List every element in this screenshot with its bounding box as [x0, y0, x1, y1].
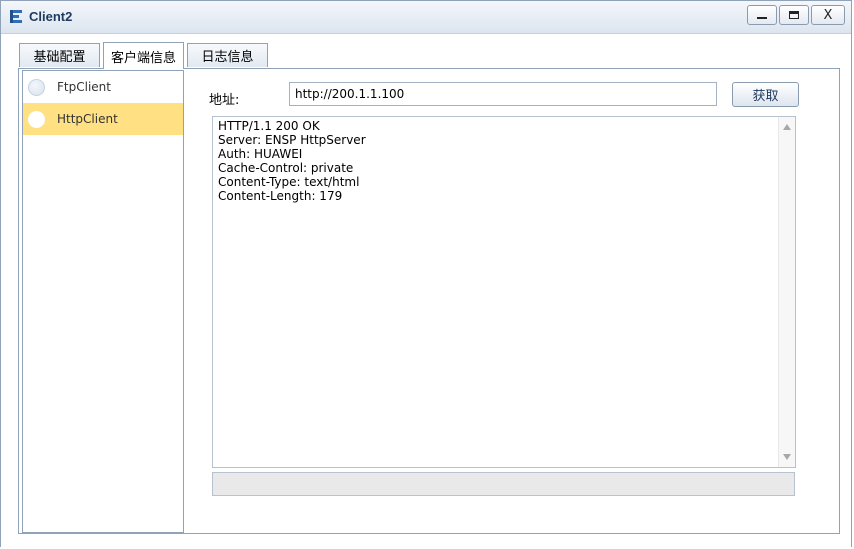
maximize-icon	[789, 11, 799, 19]
address-label: 地址:	[209, 93, 240, 108]
client-info-panel: FtpClient HttpClient 地址: http://200.1.1.…	[18, 68, 840, 534]
tab-log-info[interactable]: 日志信息	[187, 43, 268, 67]
client2-window: Client2 X 基础配置 客户端信息 日志信息 FtpClient Http…	[0, 0, 852, 547]
address-input[interactable]: http://200.1.1.100	[289, 82, 717, 106]
list-item-ftpclient[interactable]: FtpClient	[23, 71, 183, 103]
content-area: 基础配置 客户端信息 日志信息 FtpClient HttpClient 地址:…	[1, 34, 851, 547]
circle-icon	[28, 110, 45, 128]
app-icon	[10, 10, 22, 23]
response-text: HTTP/1.1 200 OK Server: ENSP HttpServer …	[218, 119, 366, 203]
title-bar[interactable]: Client2 X	[1, 1, 851, 34]
circle-icon	[28, 78, 45, 96]
maximize-button[interactable]	[779, 5, 809, 25]
list-item-httpclient[interactable]: HttpClient	[23, 103, 183, 135]
vertical-scrollbar[interactable]	[778, 117, 795, 467]
minimize-icon	[757, 17, 767, 19]
close-button[interactable]: X	[811, 5, 845, 25]
response-textarea[interactable]: HTTP/1.1 200 OK Server: ENSP HttpServer …	[212, 116, 796, 468]
list-item-label: FtpClient	[57, 80, 111, 94]
status-bar	[212, 472, 795, 496]
tab-basic-config[interactable]: 基础配置	[19, 43, 100, 67]
fetch-button[interactable]: 获取	[732, 82, 799, 107]
list-item-label: HttpClient	[57, 112, 118, 126]
window-title: Client2	[29, 9, 73, 24]
client-type-list: FtpClient HttpClient	[22, 70, 184, 533]
tab-client-info[interactable]: 客户端信息	[103, 42, 184, 69]
minimize-button[interactable]	[747, 5, 777, 25]
scroll-down-icon[interactable]	[783, 454, 791, 460]
scroll-up-icon[interactable]	[783, 124, 791, 130]
